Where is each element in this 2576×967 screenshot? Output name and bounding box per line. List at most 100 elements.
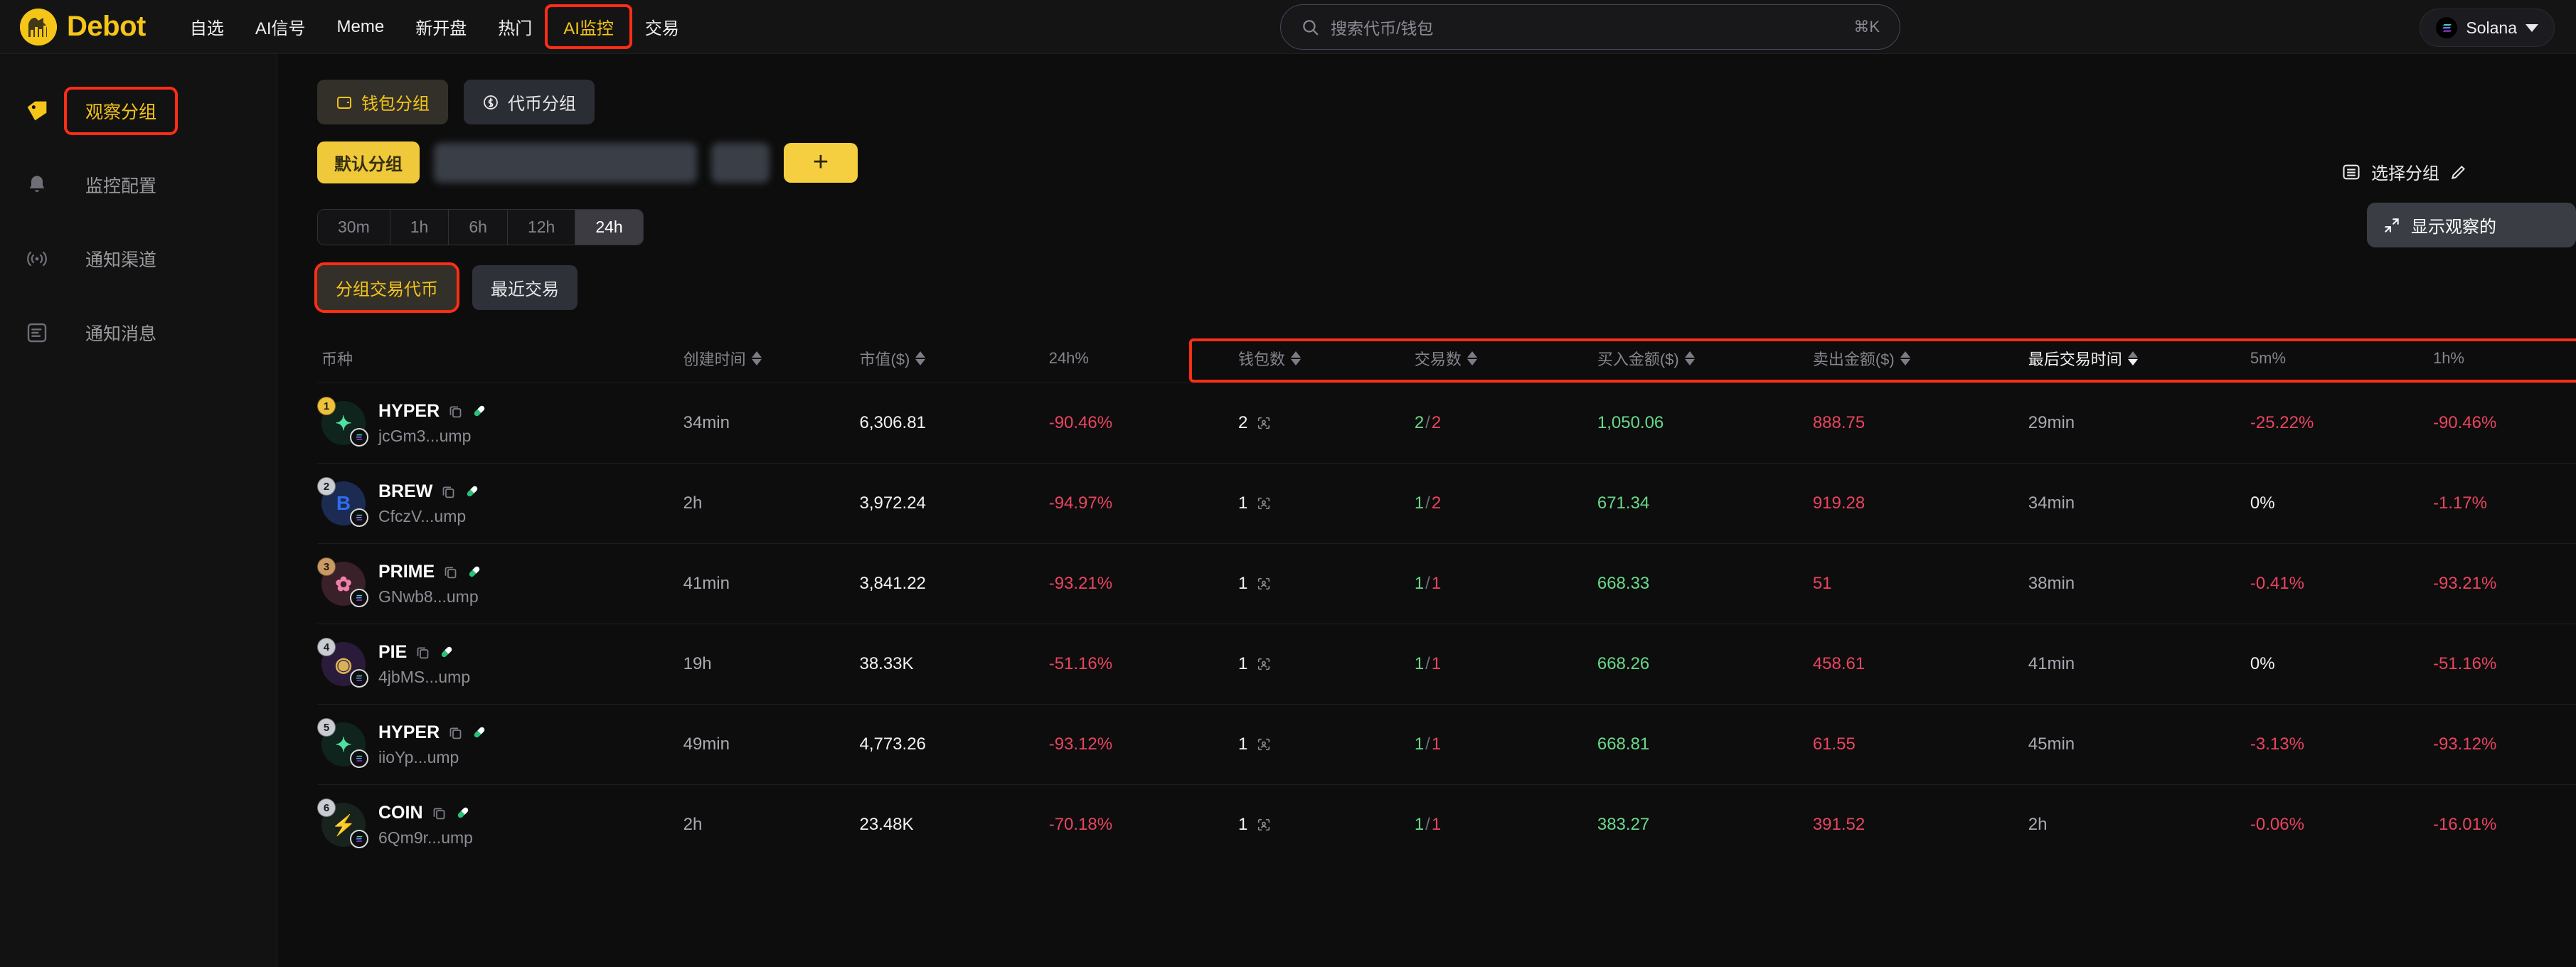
scan-wallets-icon[interactable]: [1256, 576, 1272, 592]
nav-item-new-launch[interactable]: 新开盘: [400, 7, 482, 46]
table-row[interactable]: 4 ◉ PIE 4jbMS...ump 19h 38.33K -51.16% 1…: [317, 624, 2576, 704]
copy-icon[interactable]: [448, 725, 463, 740]
col-header-marketcap[interactable]: 市值($): [859, 347, 1048, 370]
brand-logo[interactable]: Debot: [0, 8, 146, 46]
token-address[interactable]: GNwb8...ump: [378, 587, 482, 607]
nav-item-ai-monitor[interactable]: AI监控: [545, 4, 632, 49]
wallet-icon: [337, 96, 351, 109]
token-address[interactable]: 4jbMS...ump: [378, 668, 470, 687]
token-address[interactable]: CfczV...ump: [378, 507, 480, 526]
cell-created-time: 2h: [683, 815, 703, 834]
scan-wallets-icon[interactable]: [1256, 656, 1272, 672]
time-filter-6h[interactable]: 6h: [449, 210, 508, 245]
cell-coin[interactable]: 2 B BREW CfczV...ump: [317, 477, 683, 527]
col-header-created-time[interactable]: 创建时间: [683, 347, 860, 370]
cell-coin[interactable]: 3 ✿ PRIME GNwb8...ump: [317, 557, 683, 607]
nav-item-ai-signal[interactable]: AI信号: [240, 7, 321, 46]
chain-selector[interactable]: Solana: [2420, 9, 2555, 47]
table-row[interactable]: 5 ✦ HYPER iioYp...ump 49min 4,773.26 -93…: [317, 704, 2576, 784]
time-range-filter: 30m 1h 6h 12h 24h: [317, 209, 644, 245]
cell-marketcap: 3,972.24: [859, 493, 926, 513]
app-header: Debot 自选 AI信号 Meme 新开盘 热门 AI监控 交易 搜索代币/钱…: [0, 0, 2576, 54]
subtab-group-traded-tokens[interactable]: 分组交易代币: [314, 262, 459, 313]
select-group-button[interactable]: 选择分组: [2341, 159, 2576, 184]
cell-marketcap: 38.33K: [859, 654, 914, 673]
sidebar-item-notify-channels[interactable]: 通知渠道: [0, 222, 277, 296]
time-filter-24h[interactable]: 24h: [575, 210, 643, 245]
edit-pencil-icon[interactable]: [2449, 163, 2468, 181]
show-watched-button[interactable]: 显示观察的: [2367, 203, 2576, 247]
chevron-down-icon: [2526, 23, 2538, 32]
token-symbol: HYPER: [378, 722, 487, 743]
cell-coin[interactable]: 5 ✦ HYPER iioYp...ump: [317, 718, 683, 768]
time-filter-1h[interactable]: 1h: [390, 210, 449, 245]
token-address[interactable]: jcGm3...ump: [378, 427, 487, 446]
chip-hidden-group-2[interactable]: [711, 142, 770, 183]
cell-buy-amount: 668.26: [1597, 654, 1650, 673]
col-header-last-trade-time[interactable]: 最后交易时间: [2028, 347, 2250, 370]
nav-item-zixuan[interactable]: 自选: [174, 7, 240, 46]
nav-item-trade[interactable]: 交易: [629, 7, 695, 46]
cell-coin[interactable]: 4 ◉ PIE 4jbMS...ump: [317, 638, 683, 688]
tab-wallet-group[interactable]: 钱包分组: [317, 80, 448, 124]
table-row[interactable]: 3 ✿ PRIME GNwb8...ump 41min 3,841.22 -93…: [317, 543, 2576, 624]
cell-tx-count: 1/1: [1414, 734, 1442, 754]
pump-pill-icon: [474, 727, 485, 738]
copy-icon[interactable]: [441, 484, 456, 499]
col-header-wallet-count[interactable]: 钱包数: [1238, 347, 1415, 370]
cell-24h-change: -70.18%: [1048, 815, 1113, 834]
nav-item-meme[interactable]: Meme: [321, 10, 400, 44]
token-address[interactable]: iioYp...ump: [378, 748, 487, 767]
pump-pill-icon: [457, 807, 468, 818]
cell-last-trade-time: 45min: [2028, 734, 2075, 754]
cell-24h-change: -51.16%: [1048, 654, 1113, 673]
chip-hidden-group-1[interactable]: [434, 142, 697, 183]
list-icon: [21, 317, 53, 348]
time-filter-12h[interactable]: 12h: [507, 210, 576, 245]
sidebar-item-notify-messages[interactable]: 通知消息: [0, 296, 277, 370]
nav-item-trending[interactable]: 热门: [482, 7, 548, 46]
pump-pill-icon: [474, 405, 485, 417]
col-header-5m-change: 5m%: [2250, 349, 2287, 367]
copy-icon[interactable]: [443, 565, 458, 579]
tab-token-group[interactable]: 代币分组: [464, 80, 595, 124]
brand-name: Debot: [67, 11, 146, 42]
search-icon: [1303, 20, 1319, 36]
cell-sell-amount: 888.75: [1812, 413, 1866, 432]
cell-wallet-count: 1: [1238, 493, 1415, 513]
table-row[interactable]: 1 ✦ HYPER jcGm3...ump 34min 6,306.81 -90…: [317, 383, 2576, 463]
subtab-recent-trades[interactable]: 最近交易: [472, 265, 578, 310]
table-header-row: 币种 创建时间 市值($) 24h% 钱包数 交易数 买入金额($) 卖出金额(…: [317, 334, 2576, 383]
scan-wallets-icon[interactable]: [1256, 817, 1272, 833]
scan-wallets-icon[interactable]: [1256, 737, 1272, 752]
cell-wallet-count: 2: [1238, 413, 1415, 433]
rank-badge: 1: [317, 397, 336, 415]
col-header-buy-amount[interactable]: 买入金额($): [1597, 347, 1813, 370]
search-input[interactable]: 搜索代币/钱包: [1331, 15, 1842, 39]
col-header-tx-count[interactable]: 交易数: [1415, 347, 1597, 370]
sidebar-item-watch-groups[interactable]: 观察分组: [0, 74, 277, 148]
chip-default-group[interactable]: 默认分组: [317, 141, 420, 183]
cell-coin[interactable]: 1 ✦ HYPER jcGm3...ump: [317, 397, 683, 447]
scan-wallets-icon[interactable]: [1256, 415, 1272, 431]
copy-icon[interactable]: [432, 806, 447, 821]
solana-badge-icon: [350, 428, 368, 447]
table-row[interactable]: 2 B BREW CfczV...ump 2h 3,972.24 -94.97%…: [317, 463, 2576, 543]
token-address[interactable]: 6Qm9r...ump: [378, 828, 473, 848]
broadcast-icon: [21, 243, 53, 274]
debot-logo-icon: [20, 8, 57, 46]
copy-icon[interactable]: [415, 645, 430, 660]
cell-created-time: 49min: [683, 734, 730, 754]
chain-name: Solana: [2466, 18, 2517, 37]
main-content: 钱包分组 代币分组 默认分组 + 30m 1h 6h 12h 24h 分组交易代…: [277, 54, 2576, 967]
table-row[interactable]: 6 ⚡ COIN 6Qm9r...ump 2h 23.48K -70.18% 1…: [317, 784, 2576, 865]
cell-tx-count: 1/1: [1414, 654, 1442, 673]
col-header-sell-amount[interactable]: 卖出金额($): [1813, 347, 2028, 370]
time-filter-30m[interactable]: 30m: [318, 210, 390, 245]
add-group-button[interactable]: +: [784, 142, 858, 183]
search-bar[interactable]: 搜索代币/钱包 ⌘K: [1280, 4, 1900, 50]
copy-icon[interactable]: [448, 404, 463, 419]
scan-wallets-icon[interactable]: [1256, 496, 1272, 511]
sidebar-item-monitor-config[interactable]: 监控配置: [0, 148, 277, 222]
cell-coin[interactable]: 6 ⚡ COIN 6Qm9r...ump: [317, 798, 683, 848]
